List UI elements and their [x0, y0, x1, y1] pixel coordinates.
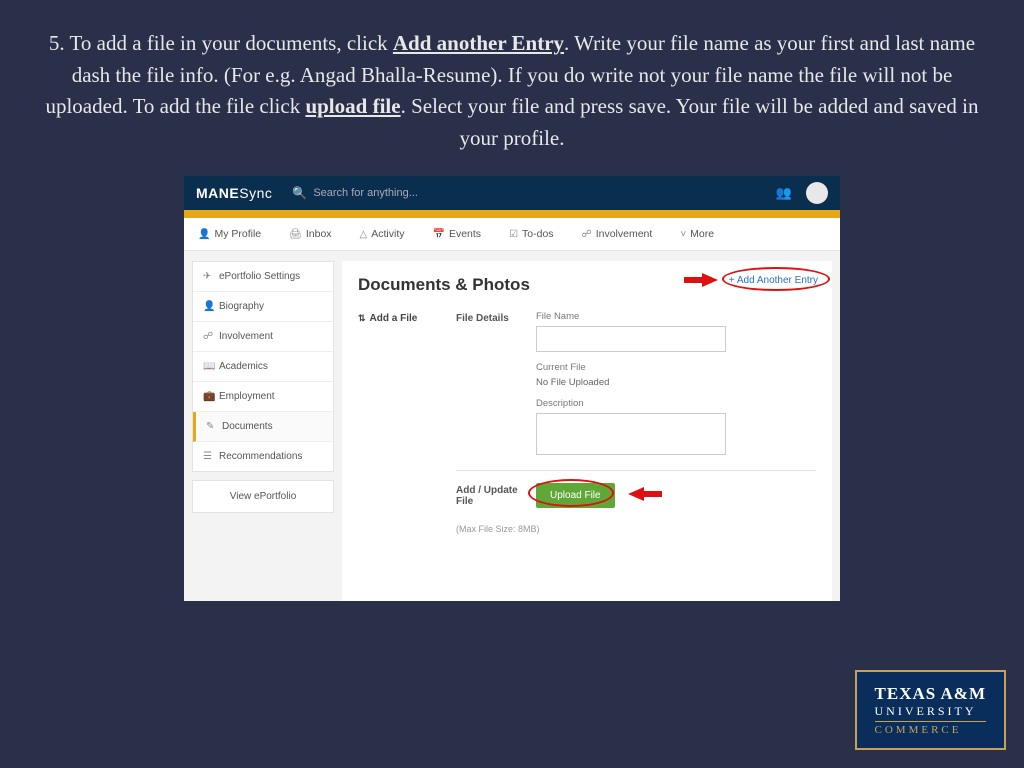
briefcase-icon: 💼 — [203, 391, 213, 402]
plane-icon: ✈ — [203, 271, 213, 282]
sidebar-item-recommendations[interactable]: ☰Recommendations — [193, 442, 333, 471]
nav-involvement[interactable]: ☍Involvement — [582, 228, 653, 240]
description-input[interactable] — [536, 413, 726, 455]
instruction-text: 5. To add a file in your documents, clic… — [0, 0, 1024, 164]
inbox-icon: 🖨 — [289, 229, 302, 240]
nav-todos[interactable]: ☑To-dos — [509, 228, 553, 240]
add-another-entry-link[interactable]: + Add Another Entry — [729, 275, 818, 286]
primary-nav: 👤My Profile 🖨Inbox △Activity 📅Events ☑To… — [184, 218, 840, 251]
nav-events[interactable]: 📅Events — [433, 228, 482, 240]
link-icon: ☍ — [203, 331, 213, 342]
nav-more[interactable]: ˅More — [680, 228, 714, 240]
accent-bar — [184, 210, 840, 218]
nav-my-profile[interactable]: 👤My Profile — [198, 228, 261, 240]
topbar: MANESync 🔍 👥 — [184, 176, 840, 210]
file-details-label: File Details — [456, 311, 536, 458]
group-icon[interactable]: 👥 — [776, 185, 792, 201]
file-name-label: File Name — [536, 311, 816, 322]
current-file-value: No File Uploaded — [536, 377, 816, 388]
flame-icon: △ — [360, 229, 368, 240]
list-icon: ☰ — [203, 451, 213, 462]
brand-logo: MANESync — [196, 185, 272, 201]
current-file-label: Current File — [536, 362, 816, 373]
calendar-icon: 📅 — [433, 229, 445, 240]
university-logo: TEXAS A&M UNIVERSITY COMMERCE — [855, 670, 1006, 750]
sidebar-item-involvement[interactable]: ☍Involvement — [193, 322, 333, 352]
divider — [456, 470, 816, 471]
link-add-entry: Add another Entry — [393, 31, 564, 55]
sidebar-item-eportfolio-settings[interactable]: ✈ePortfolio Settings — [193, 262, 333, 292]
nav-activity[interactable]: △Activity — [360, 228, 405, 240]
description-label: Description — [536, 398, 816, 409]
add-file-heading: ⇅Add a File — [358, 311, 448, 534]
app-window: MANESync 🔍 👥 👤My Profile 🖨Inbox △Activit… — [184, 176, 840, 601]
chevron-down-icon: ˅ — [680, 229, 686, 240]
search-icon: 🔍 — [292, 186, 307, 200]
search-input[interactable] — [313, 187, 513, 199]
sidebar: ✈ePortfolio Settings 👤Biography ☍Involve… — [184, 251, 334, 601]
sidebar-item-documents[interactable]: ✎Documents — [193, 412, 333, 442]
person-icon: 👤 — [203, 301, 213, 312]
main-panel: Documents & Photos + Add Another Entry ⇅… — [342, 261, 832, 601]
sidebar-item-academics[interactable]: 📖Academics — [193, 352, 333, 382]
search-wrap: 🔍 — [292, 186, 775, 200]
nav-inbox[interactable]: 🖨Inbox — [289, 228, 331, 240]
sort-icon: ⇅ — [358, 313, 366, 323]
person-icon: 👤 — [198, 229, 210, 240]
link-upload-file: upload file — [305, 94, 400, 118]
add-update-file-label: Add / Update File — [456, 483, 536, 508]
book-icon: 📖 — [203, 361, 213, 372]
avatar[interactable] — [806, 182, 828, 204]
link-icon: ☍ — [582, 229, 592, 240]
sidebar-item-employment[interactable]: 💼Employment — [193, 382, 333, 412]
max-file-size-hint: (Max File Size: 8MB) — [456, 524, 816, 534]
file-name-input[interactable] — [536, 326, 726, 352]
annotation-arrow-icon — [628, 487, 644, 501]
annotation-arrow-icon — [702, 273, 718, 287]
pencil-icon: ✎ — [206, 421, 216, 432]
check-icon: ☑ — [509, 229, 518, 240]
view-eportfolio-button[interactable]: View ePortfolio — [192, 480, 334, 513]
sidebar-item-biography[interactable]: 👤Biography — [193, 292, 333, 322]
upload-file-button[interactable]: Upload File — [536, 483, 615, 508]
